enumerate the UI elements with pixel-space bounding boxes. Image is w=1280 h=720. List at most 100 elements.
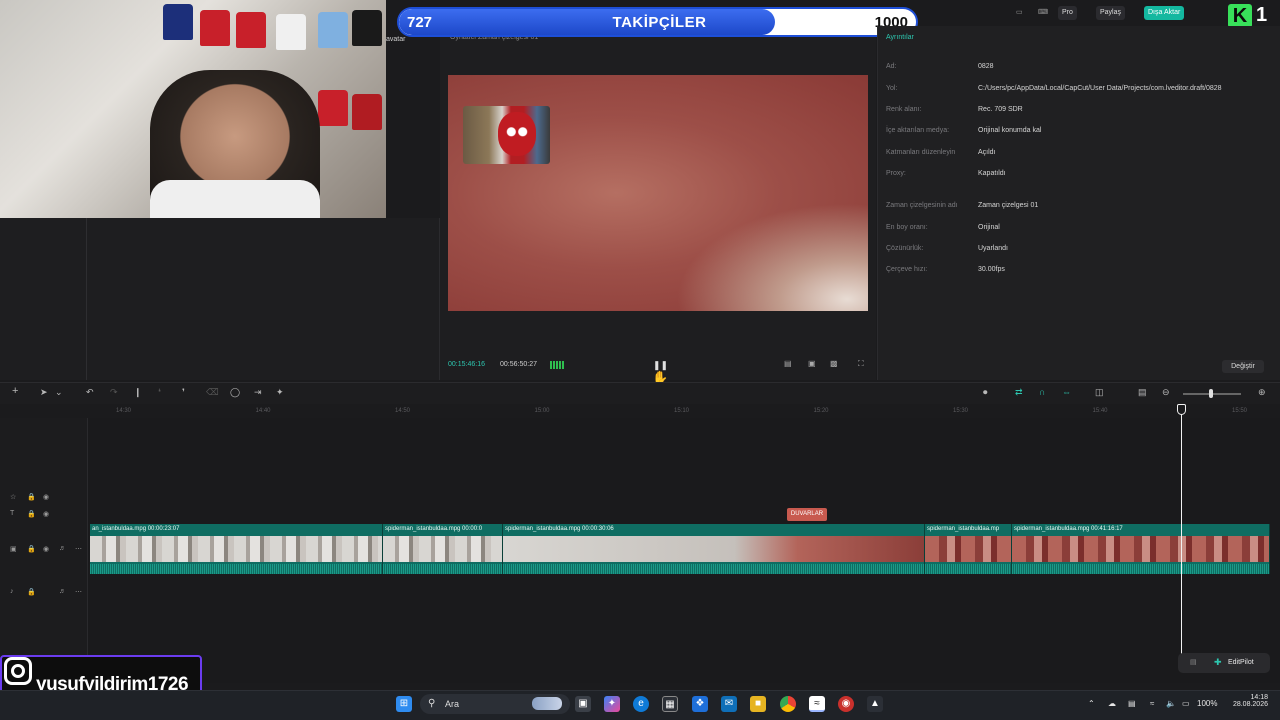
lock-icon[interactable]: 🔒 <box>27 588 36 596</box>
store-icon[interactable]: ▦ <box>662 696 678 712</box>
track-headers: ☆ 🔒 ◉ T 🔒 ◉ ▣ 🔒 ◉ ♬ ⋯ ♪ 🔒 ♬ ⋯ <box>0 418 88 683</box>
pro-button[interactable]: Pro <box>1058 6 1077 20</box>
freeze-icon[interactable]: ⇥ <box>254 387 262 398</box>
more-icon[interactable]: ⋯ <box>75 588 82 596</box>
aspect-ratio-icon[interactable]: ▤ <box>784 359 792 369</box>
edge-icon[interactable]: e <box>633 696 649 712</box>
magic-wand-icon[interactable]: ✦ <box>276 387 284 398</box>
trim-left-icon[interactable]: ❛ <box>158 387 161 398</box>
snapshot-icon[interactable]: ▣ <box>808 359 816 369</box>
panel-toggle-icon[interactable]: ▤ <box>1190 658 1197 666</box>
layout-icon[interactable]: ▭ <box>1012 6 1027 20</box>
taskbar-search[interactable]: ⚲ Ara <box>420 694 570 714</box>
lock-icon[interactable]: 🔒 <box>27 493 36 501</box>
share-button[interactable]: Paylaş <box>1096 6 1126 20</box>
property-value: Kapatıldı <box>978 170 1006 177</box>
video-clip[interactable]: spiderman_istanbuldaa.mpg 00:41:16:17 <box>1012 524 1270 574</box>
text-clip[interactable]: DUVARLAR <box>787 508 827 521</box>
search-highlight-image <box>532 697 562 710</box>
cloud-icon[interactable]: ☁ <box>1108 699 1116 708</box>
video-clip[interactable]: spiderman_istanbuldaa.mpg 00:00:30:06 <box>503 524 925 574</box>
shortcuts-icon[interactable]: ⌨ <box>1034 6 1052 20</box>
clock-time: 14:18 <box>1250 694 1268 701</box>
pro-label: Pro <box>1062 9 1073 16</box>
chevron-up-icon[interactable]: ⌃ <box>1088 699 1095 708</box>
clip-label: spiderman_istanbuldaa.mpg 00:00:30:06 <box>505 526 614 532</box>
property-value: Zaman çizelgesi 01 <box>978 202 1039 209</box>
eye-icon[interactable]: ◉ <box>43 510 49 518</box>
speaker-icon[interactable]: ♬ <box>59 588 66 595</box>
ruler-tick-label: 15:20 <box>813 408 829 414</box>
change-button[interactable]: Değiştir <box>1222 360 1264 373</box>
property-label: Ad: <box>886 63 897 70</box>
pause-button[interactable]: ❚❚ <box>653 360 668 370</box>
preview-axis-icon[interactable]: ⇔ <box>1062 387 1071 397</box>
copilot-icon[interactable]: ✦ <box>604 696 620 712</box>
chrome-icon[interactable] <box>780 696 796 712</box>
property-value: Uyarlandı <box>978 245 1008 252</box>
microphone-icon[interactable]: ⏺ <box>983 387 988 398</box>
caption-icon[interactable]: ▤ <box>1138 387 1147 398</box>
marker-icon[interactable]: ◯ <box>230 387 240 398</box>
capcut-icon[interactable]: ≈ <box>809 696 825 712</box>
file-explorer-icon[interactable]: ■ <box>750 696 766 712</box>
magnet-icon[interactable]: ∩ <box>1039 387 1045 397</box>
video-track-icon: ▣ <box>10 546 17 553</box>
add-track-icon[interactable]: + <box>12 385 18 397</box>
split-icon[interactable]: ❙ <box>134 387 142 398</box>
editpilot-button[interactable]: ▤ ✚ EditPilot <box>1178 653 1270 673</box>
volume-icon[interactable]: 🔈 <box>1166 699 1176 708</box>
wifi-icon[interactable]: ≈ <box>1150 699 1154 708</box>
editpilot-label: EditPilot <box>1228 659 1254 666</box>
lock-icon[interactable]: 🔒 <box>27 545 36 553</box>
zoom-out-icon[interactable]: ⊖ <box>1162 387 1170 398</box>
details-tab[interactable]: Ayrıntılar <box>886 34 914 41</box>
timeline-toolbar <box>0 382 1280 404</box>
delete-icon[interactable]: ⌫ <box>206 387 219 398</box>
export-button[interactable]: Dışa Aktar <box>1144 6 1185 20</box>
instagram-icon-lens <box>11 664 25 678</box>
split-screen-icon[interactable]: ◫ <box>1095 387 1104 398</box>
eye-icon[interactable]: ◉ <box>43 545 49 553</box>
webcam-feed <box>0 0 386 218</box>
trim-right-icon[interactable]: ❜ <box>182 387 185 398</box>
dropbox-icon[interactable]: ❖ <box>692 696 708 712</box>
follower-title: TAKİPÇİLER <box>612 14 707 31</box>
chevron-down-icon[interactable]: ⌄ <box>55 387 63 398</box>
task-view-icon[interactable]: ▣ <box>575 696 591 712</box>
windows-start-icon[interactable]: ⊞ <box>396 696 412 712</box>
zoom-slider-handle[interactable] <box>1209 389 1213 398</box>
quality-icon[interactable]: ▩ <box>830 359 838 369</box>
select-tool-icon[interactable]: ➤ <box>40 387 48 398</box>
effects-track-icon: ☆ <box>10 494 17 501</box>
undo-icon[interactable]: ↶ <box>86 387 94 398</box>
property-label: Katmanları düzenleyin <box>886 149 956 156</box>
game-launcher-icon[interactable]: ▲ <box>867 696 883 712</box>
lock-icon[interactable]: 🔒 <box>27 510 36 518</box>
share-label: Paylaş <box>1100 9 1122 16</box>
video-clip[interactable]: spiderman_istanbuldaa.mp <box>925 524 1012 574</box>
playhead-handle[interactable] <box>1177 404 1186 415</box>
redo-icon[interactable]: ↷ <box>110 387 118 398</box>
playhead-line <box>1181 404 1182 654</box>
video-clip[interactable]: spiderman_istanbuldaa.mpg 00:00:0 <box>383 524 503 574</box>
kick-count: 1 <box>1256 4 1268 26</box>
speaker-icon[interactable]: ♬ <box>59 545 66 552</box>
avatar-tab[interactable]: avatar <box>386 36 405 43</box>
ruler-tick-label: 15:00 <box>534 408 550 414</box>
video-clip[interactable]: an_istanbuldaa.mpg 00:00:23:07 <box>90 524 383 574</box>
fullscreen-icon[interactable]: ⛶ <box>858 359 864 369</box>
property-value: C:/Users/pc/AppData/Local/CapCut/User Da… <box>978 85 1222 92</box>
search-icon: ⚲ <box>428 698 436 709</box>
battery-icon[interactable]: ▭ <box>1182 699 1190 708</box>
more-icon[interactable]: ⋯ <box>75 545 82 553</box>
outlook-icon[interactable]: ✉ <box>721 696 737 712</box>
zoom-in-icon[interactable]: ⊕ <box>1258 387 1266 398</box>
spiderman-mask <box>498 112 536 156</box>
recording-app-icon[interactable]: ◉ <box>838 696 854 712</box>
system-clock[interactable]: 14:18 28.08.2026 <box>1228 694 1268 708</box>
current-timecode: 00:15:46:16 <box>448 361 485 368</box>
eye-icon[interactable]: ◉ <box>43 493 49 501</box>
network-icon[interactable]: ▤ <box>1128 699 1136 708</box>
link-clips-icon[interactable]: ⇄ <box>1015 387 1023 398</box>
